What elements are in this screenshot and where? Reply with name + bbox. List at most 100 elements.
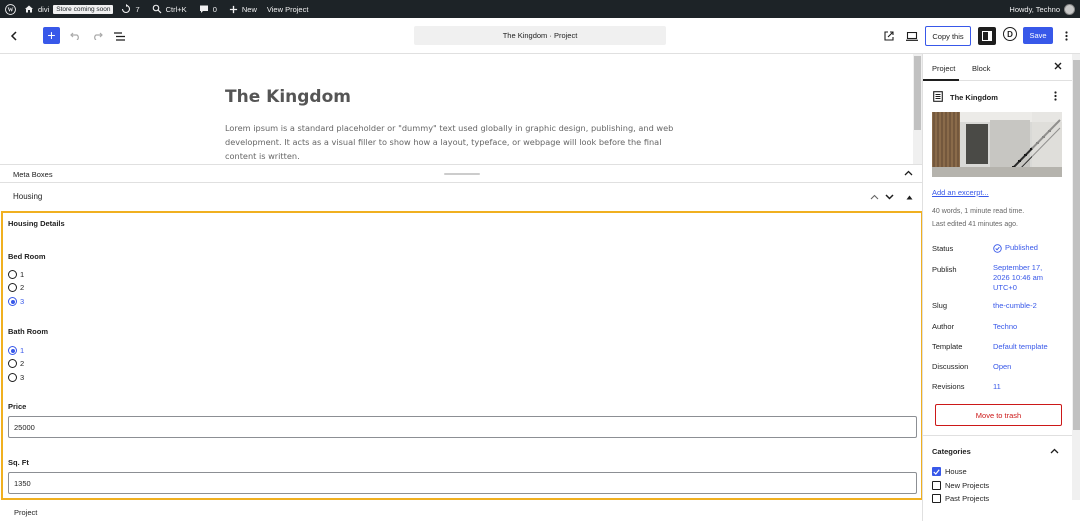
housing-details-title: Housing Details: [8, 219, 65, 228]
template-label: Template: [932, 342, 963, 351]
bath-room-label: Bath Room: [8, 327, 48, 336]
discussion-label: Discussion: [932, 362, 969, 371]
category-checkbox[interactable]: [932, 494, 941, 503]
canvas-scrollbar[interactable]: [913, 54, 922, 164]
bed-room-radio-3[interactable]: [8, 297, 17, 306]
post-content-paragraph[interactable]: Lorem ipsum is a standard placeholder or…: [225, 121, 690, 163]
bath-room-option-1[interactable]: 1: [8, 346, 24, 355]
template-value[interactable]: Default template: [993, 342, 1048, 352]
sqft-input[interactable]: 1350: [8, 472, 917, 494]
bath-room-option-3[interactable]: 3: [8, 373, 24, 382]
bed-room-option-label: 1: [20, 270, 25, 279]
collapse-categories-icon[interactable]: [1050, 447, 1059, 456]
bed-room-option-1[interactable]: 1: [8, 270, 24, 279]
bed-room-option-label: 2: [20, 283, 25, 292]
category-item-house[interactable]: House: [932, 467, 967, 476]
category-label: House: [945, 467, 967, 476]
sidebar-scrollbar-thumb[interactable]: [1073, 60, 1080, 430]
copy-this-button[interactable]: Copy this: [925, 26, 971, 46]
price-label: Price: [8, 402, 27, 411]
redo-icon[interactable]: [90, 30, 104, 42]
comments-link[interactable]: 0: [199, 4, 217, 14]
breadcrumb[interactable]: Project: [14, 508, 37, 517]
site-name: divi: [38, 4, 50, 14]
move-up-icon[interactable]: [870, 192, 879, 203]
category-label: Past Projects: [945, 494, 990, 503]
housing-details-box: Housing Details Bed Room 1 2 3 Bath Room…: [1, 211, 923, 500]
bed-room-option-2[interactable]: 2: [8, 283, 24, 292]
more-options-icon[interactable]: [1061, 29, 1071, 43]
status-text: Published: [1005, 243, 1038, 252]
toggle-panel-icon[interactable]: [906, 192, 913, 203]
author-label: Author: [932, 322, 955, 331]
canvas-scrollbar-thumb[interactable]: [914, 56, 921, 130]
save-button[interactable]: Save: [1023, 27, 1053, 44]
status-value[interactable]: Published: [993, 243, 1038, 253]
new-content-link[interactable]: New: [229, 5, 257, 14]
collapse-meta-boxes-icon[interactable]: [904, 168, 913, 179]
publish-label: Publish: [932, 265, 957, 274]
view-project-link[interactable]: View Project: [267, 5, 309, 14]
move-down-icon[interactable]: [885, 192, 894, 203]
editor-header: + The Kingdom · Project Copy this D Save: [0, 18, 1080, 54]
discussion-value[interactable]: Open: [993, 362, 1011, 372]
bath-room-radio-1[interactable]: [8, 346, 17, 355]
undo-icon[interactable]: [68, 30, 82, 42]
updates-icon: [122, 4, 131, 14]
document-bar[interactable]: The Kingdom · Project: [414, 26, 666, 45]
command-palette-link[interactable]: Ctrl+K: [152, 4, 187, 14]
plus-icon: [229, 5, 237, 13]
external-link-icon[interactable]: [883, 30, 895, 42]
close-icon[interactable]: [1054, 61, 1062, 73]
wordpress-logo-icon[interactable]: W: [5, 3, 16, 15]
meta-boxes-header[interactable]: Meta Boxes: [0, 164, 922, 183]
revisions-value[interactable]: 11: [993, 382, 1001, 392]
updates-link[interactable]: 7: [121, 4, 140, 14]
resize-handle[interactable]: [444, 173, 480, 175]
my-account-link[interactable]: Howdy, Techno: [1009, 0, 1075, 18]
document-icon: [933, 91, 943, 104]
status-label: Status: [932, 244, 954, 253]
add-excerpt-link[interactable]: Add an excerpt...: [932, 188, 989, 197]
category-checkbox[interactable]: [932, 467, 941, 476]
sqft-label: Sq. Ft: [8, 458, 29, 467]
bath-room-radio-2[interactable]: [8, 359, 17, 368]
tab-project[interactable]: Project: [932, 64, 955, 73]
featured-image[interactable]: [932, 112, 1062, 177]
divi-logo-icon[interactable]: D: [1003, 27, 1017, 41]
site-home-link[interactable]: divi Store coming soon: [24, 4, 114, 14]
publish-date-line: 2026 10:46 am: [993, 273, 1044, 282]
settings-toggle-icon[interactable]: [978, 27, 996, 45]
device-preview-icon[interactable]: [905, 30, 919, 42]
bed-room-radio-2[interactable]: [8, 283, 17, 292]
categories-title[interactable]: Categories: [932, 447, 971, 456]
slug-label: Slug: [932, 301, 948, 310]
bed-room-option-3[interactable]: 3: [8, 297, 24, 306]
bath-room-option-label: 1: [20, 346, 25, 355]
bath-room-radio-3[interactable]: [8, 373, 17, 382]
author-value[interactable]: Techno: [993, 322, 1017, 332]
post-title[interactable]: The Kingdom: [225, 87, 351, 107]
admin-bar: W divi Store coming soon 7 Ctrl+K 0 New …: [0, 0, 1080, 18]
document-overview-icon[interactable]: [112, 30, 126, 42]
back-chevron-icon[interactable]: [8, 29, 20, 43]
post-actions-icon[interactable]: [1054, 91, 1057, 103]
price-input[interactable]: 25000: [8, 416, 917, 438]
category-item-new-projects[interactable]: New Projects: [932, 481, 989, 490]
tab-block[interactable]: Block: [972, 64, 990, 73]
bed-room-radio-1[interactable]: [8, 270, 17, 279]
add-block-icon[interactable]: +: [43, 27, 60, 44]
move-to-trash-button[interactable]: Move to trash: [935, 404, 1062, 426]
category-item-past-projects[interactable]: Past Projects: [932, 494, 989, 503]
store-coming-soon-badge[interactable]: Store coming soon: [53, 4, 114, 14]
svg-text:W: W: [7, 7, 13, 13]
updates-count: 7: [135, 4, 140, 14]
category-checkbox[interactable]: [932, 481, 941, 490]
publish-date-line: September 17,: [993, 263, 1043, 272]
slug-value[interactable]: the-cumble-2: [993, 301, 1037, 311]
housing-panel-header[interactable]: Housing: [0, 183, 922, 210]
bath-room-option-2[interactable]: 2: [8, 359, 24, 368]
sidebar-scrollbar[interactable]: [1072, 54, 1080, 500]
publish-date-value[interactable]: September 17, 2026 10:46 am UTC+0: [993, 263, 1043, 293]
sidebar-post-title: The Kingdom: [950, 93, 998, 102]
